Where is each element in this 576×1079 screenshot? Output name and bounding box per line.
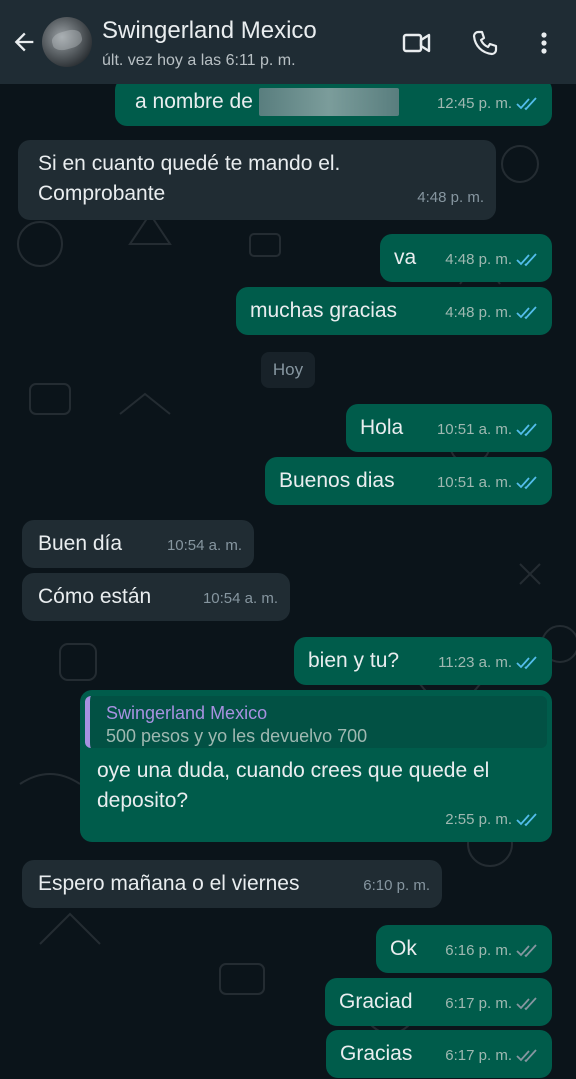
double-check-read-icon	[516, 306, 537, 320]
message-time: 11:23 a. m.	[438, 654, 512, 671]
quoted-text: 500 pesos y yo les devuelvo 700	[106, 726, 368, 746]
message-time: 6:17 p. m.	[445, 1047, 512, 1064]
quoted-message[interactable]: Swingerland Mexico 500 pesos y yo les de…	[85, 696, 547, 748]
message-time: 10:51 a. m.	[436, 474, 512, 491]
message-meta: 4:48 p. m.	[445, 298, 540, 328]
message-bubble-outgoing[interactable]: va 4:48 p. m.	[380, 234, 552, 282]
chat-header: Swingerland Mexico últ. vez hoy a las 6:…	[0, 0, 576, 84]
double-check-delivered-icon	[516, 1049, 537, 1063]
message-bubble-outgoing[interactable]: Buenos dias 10:51 a. m.	[265, 457, 552, 505]
message-meta: 4:48 p. m.	[417, 183, 484, 213]
message-meta: 6:17 p. m.	[445, 1041, 540, 1071]
message-bubble-incoming[interactable]: Cómo están 10:54 a. m.	[22, 573, 290, 621]
message-meta: 6:10 p. m.	[363, 871, 430, 901]
more-options-icon[interactable]	[530, 28, 558, 58]
avatar[interactable]	[42, 17, 92, 67]
date-divider-chip: Hoy	[261, 352, 315, 388]
message-meta: 10:51 a. m.	[437, 415, 540, 445]
message-time: 12:45 p. m.	[436, 95, 512, 112]
message-meta: 6:17 p. m.	[445, 989, 540, 1019]
message-bubble-outgoing[interactable]: Ok 6:16 p. m.	[376, 925, 552, 973]
message-bubble-incoming[interactable]: Si en cuanto quedé te mando el. Comproba…	[18, 140, 496, 220]
message-bubble-outgoing[interactable]: Graciad 6:17 p. m.	[325, 978, 552, 1026]
message-time: 4:48 p. m.	[417, 189, 484, 206]
chat-area[interactable]: a nombre de 12:45 p. m. Si en cuanto que…	[0, 84, 576, 1079]
message-bubble-incoming[interactable]: Buen día 10:54 a. m.	[22, 520, 254, 568]
redacted-text	[258, 88, 399, 117]
message-text-line: Si en cuanto quedé te mando el.	[38, 152, 341, 175]
message-bubble-outgoing[interactable]: Hola 10:51 a. m.	[346, 404, 552, 452]
double-check-delivered-icon	[516, 944, 537, 958]
message-bubble-outgoing[interactable]: Gracias 6:17 p. m.	[326, 1030, 552, 1078]
message-time: 6:10 p. m.	[363, 877, 430, 894]
double-check-delivered-icon	[516, 997, 537, 1011]
message-time: 10:54 a. m.	[166, 537, 242, 554]
message-bubble-outgoing[interactable]: a nombre de 12:45 p. m.	[115, 84, 552, 126]
message-time: 10:54 a. m.	[202, 590, 278, 607]
message-time: 4:48 p. m.	[445, 251, 512, 268]
double-check-read-icon	[516, 813, 537, 827]
message-time: 6:16 p. m.	[445, 942, 512, 959]
contact-name[interactable]: Swingerland Mexico	[102, 17, 317, 45]
message-meta: 10:54 a. m.	[203, 584, 278, 614]
message-time: 6:17 p. m.	[445, 995, 512, 1012]
message-meta: 11:23 a. m.	[438, 648, 540, 678]
double-check-read-icon	[516, 656, 537, 670]
voice-call-icon[interactable]	[470, 28, 500, 58]
message-meta: 10:51 a. m.	[437, 468, 540, 498]
message-time: 2:55 p. m.	[445, 811, 512, 828]
quoted-sender: Swingerland Mexico	[106, 703, 268, 723]
double-check-read-icon	[516, 423, 537, 437]
message-time: 10:51 a. m.	[436, 421, 512, 438]
back-arrow-icon[interactable]	[10, 28, 38, 56]
message-bubble-outgoing-reply[interactable]: Swingerland Mexico 500 pesos y yo les de…	[80, 690, 552, 842]
message-text-line: oye una duda, cuando crees que quede el	[97, 759, 490, 782]
message-meta: 2:55 p. m.	[445, 805, 540, 835]
message-meta: 10:54 a. m.	[167, 531, 242, 561]
video-call-icon[interactable]	[402, 28, 432, 58]
message-time: 4:48 p. m.	[445, 304, 512, 321]
double-check-read-icon	[516, 476, 537, 490]
message-meta: 4:48 p. m.	[445, 245, 540, 275]
message-meta: 12:45 p. m.	[437, 89, 540, 119]
message-bubble-incoming[interactable]: Espero mañana o el viernes 6:10 p. m.	[22, 860, 442, 908]
message-bubble-outgoing[interactable]: muchas gracias 4:48 p. m.	[236, 287, 552, 335]
message-bubble-outgoing[interactable]: bien y tu? 11:23 a. m.	[294, 637, 552, 685]
last-seen-status: últ. vez hoy a las 6:11 p. m.	[102, 52, 296, 69]
message-meta: 6:16 p. m.	[445, 936, 540, 966]
double-check-read-icon	[516, 253, 537, 267]
double-check-read-icon	[516, 97, 537, 111]
